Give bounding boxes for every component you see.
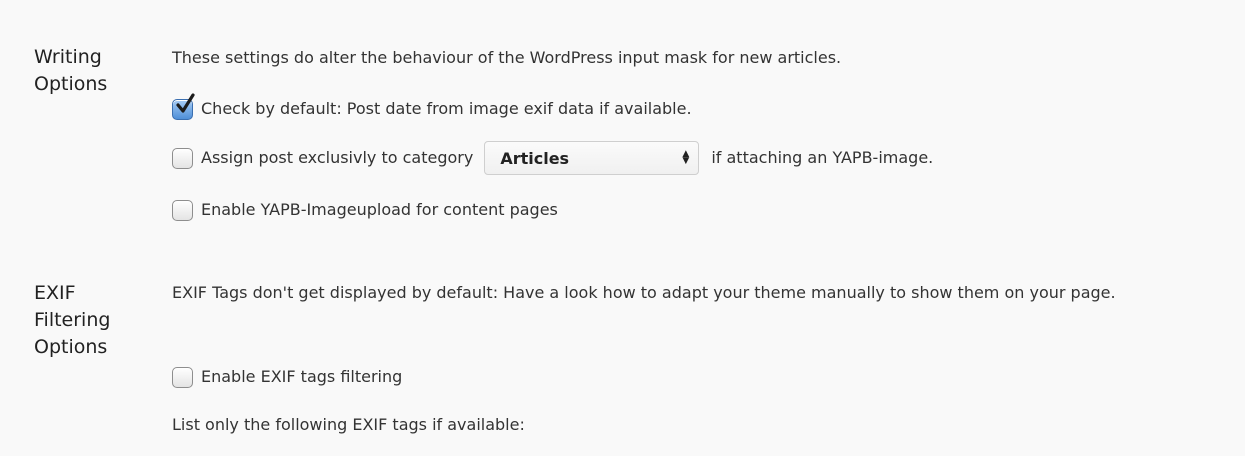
assign-category-suffix: if attaching an YAPB-image. — [711, 148, 934, 167]
imageupload-option: Enable YAPB-Imageupload for content page… — [172, 196, 558, 224]
writing-options-heading: Writing Options — [34, 46, 108, 95]
assign-category-option: Assign post exclusivly to category Artic… — [172, 141, 934, 175]
exif-filtering-section: EXIF Filtering Options EXIF Tags don't g… — [0, 250, 1245, 456]
writing-options-description: These settings do alter the behaviour of… — [172, 48, 842, 67]
checkmark-icon — [176, 92, 195, 113]
exif-filtering-label: Enable EXIF tags filtering — [201, 367, 403, 386]
exif-filtering-checkbox[interactable] — [172, 366, 193, 388]
post-date-option: Check by default: Post date from image e… — [172, 92, 692, 123]
imageupload-label: Enable YAPB-Imageupload for content page… — [201, 200, 558, 219]
assign-category-label: Assign post exclusivly to category — [201, 148, 474, 167]
imageupload-checkbox[interactable] — [172, 199, 193, 221]
assign-category-checkbox[interactable] — [172, 147, 193, 169]
post-date-checkbox[interactable] — [172, 92, 195, 120]
category-select[interactable]: Articles ▲ ▼ — [484, 141, 700, 175]
category-select-value: Articles — [500, 148, 570, 168]
post-date-label: Check by default: Post date from image e… — [201, 99, 692, 118]
exif-filtering-description: EXIF Tags don't get displayed by default… — [172, 283, 1116, 302]
exif-tags-list-label: List only the following EXIF tags if ava… — [172, 415, 525, 434]
exif-filtering-heading: EXIF Filtering Options — [34, 282, 111, 358]
exif-filtering-option: Enable EXIF tags filtering — [172, 363, 402, 391]
writing-options-section: Writing Options These settings do alter … — [0, 0, 1245, 250]
select-arrows-icon: ▲ ▼ — [682, 149, 690, 166]
